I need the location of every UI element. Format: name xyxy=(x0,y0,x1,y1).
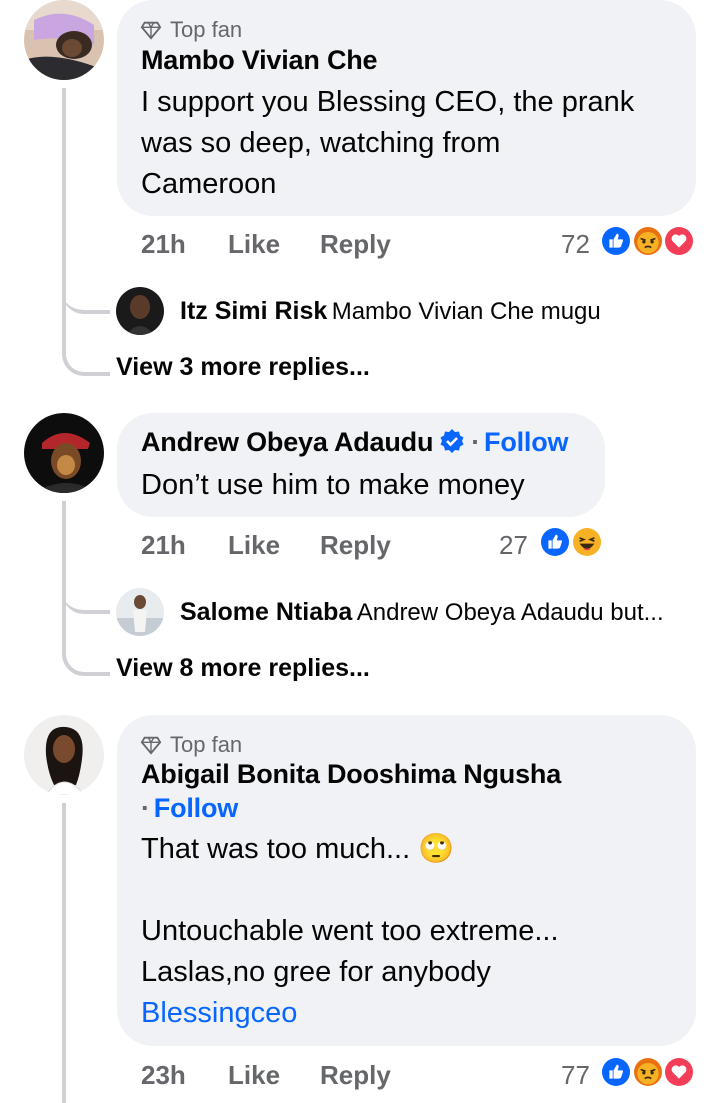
love-icon xyxy=(662,1055,696,1089)
top-fan-label: Top fan xyxy=(170,17,243,42)
view-more-replies[interactable]: View 8 more replies... xyxy=(116,654,370,683)
reply-text: Mambo Vivian Che mugu xyxy=(331,298,601,325)
comment-line: Cameroon xyxy=(141,168,277,200)
like-icon xyxy=(538,525,572,559)
angry-icon xyxy=(631,1055,665,1089)
view-more-replies[interactable]: View 3 more replies... xyxy=(116,353,370,382)
comment-line: was so deep, watching from xyxy=(141,127,501,159)
comment-author: Andrew Obeya Adaudu · Follow xyxy=(141,427,569,458)
comment-line: That was too much... 🙄 xyxy=(141,829,691,870)
diamond-icon xyxy=(140,21,162,40)
hashtag-link[interactable]: Blessingceo xyxy=(141,993,691,1034)
verified-badge-icon xyxy=(440,429,464,453)
reply-preview[interactable]: Salome Ntiaba Andrew Obeya Adaudu but... xyxy=(180,598,664,627)
timestamp[interactable]: 21h xyxy=(141,530,228,561)
diamond-icon xyxy=(140,736,162,755)
comment-author[interactable]: Mambo Vivian Che xyxy=(141,45,378,76)
reaction-count[interactable]: 77 xyxy=(561,1060,590,1091)
comment-text: I support you Blessing CEO, the prank wa… xyxy=(141,82,691,205)
like-button[interactable]: Like xyxy=(228,229,320,260)
top-fan-badge: Top fan xyxy=(140,17,242,43)
view-more-connector xyxy=(62,636,110,676)
avatar-mambo-vivian-che[interactable] xyxy=(24,0,104,80)
comment-line: Untouchable went too extreme... xyxy=(141,915,559,947)
reaction-count[interactable]: 27 xyxy=(499,530,528,561)
follow-button[interactable]: Follow xyxy=(484,427,568,457)
comment-line: I support you Blessing CEO, the prank xyxy=(141,86,635,118)
reply-text: Andrew Obeya Adaudu but... xyxy=(356,599,664,626)
love-icon xyxy=(662,224,696,258)
avatar-andrew-obeya-adaudu[interactable] xyxy=(24,413,104,493)
eye-roll-emoji: 🙄 xyxy=(418,833,455,865)
view-more-connector xyxy=(62,336,110,376)
follow-row: · Follow xyxy=(141,793,238,824)
follow-separator: · xyxy=(471,427,481,457)
comment-text: That was too much... 🙄 Untouchable went … xyxy=(141,829,691,1034)
author-name[interactable]: Andrew Obeya Adaudu xyxy=(141,427,433,457)
like-button[interactable]: Like xyxy=(228,530,320,561)
like-icon xyxy=(599,224,633,258)
reaction-count[interactable]: 72 xyxy=(561,229,590,260)
comment-actions: 21h Like Reply xyxy=(141,229,391,260)
reply-preview[interactable]: Itz Simi Risk Mambo Vivian Che mugu xyxy=(180,297,601,326)
top-fan-label: Top fan xyxy=(170,732,243,757)
timestamp[interactable]: 21h xyxy=(141,229,228,260)
like-icon xyxy=(599,1055,633,1089)
reply-avatar[interactable] xyxy=(116,287,164,335)
reply-connector xyxy=(62,276,110,314)
reply-avatar[interactable] xyxy=(116,588,164,636)
comment-author[interactable]: Abigail Bonita Dooshima Ngusha xyxy=(141,759,561,790)
angry-icon xyxy=(631,224,665,258)
haha-icon xyxy=(570,525,604,559)
timestamp[interactable]: 23h xyxy=(141,1060,228,1091)
reply-button[interactable]: Reply xyxy=(320,530,391,561)
comment-line: Laslas,no gree for anybody xyxy=(141,956,491,988)
avatar-abigail-bonita[interactable] xyxy=(24,715,104,795)
follow-separator: · xyxy=(141,793,150,823)
follow-button[interactable]: Follow xyxy=(154,793,238,823)
comment-text: Don’t use him to make money xyxy=(141,465,525,506)
comment-line-text: That was too much... xyxy=(141,833,419,865)
comment-actions: 23h Like Reply xyxy=(141,1060,391,1091)
reply-button[interactable]: Reply xyxy=(320,1060,391,1091)
reply-author[interactable]: Itz Simi Risk xyxy=(180,297,327,325)
reply-button[interactable]: Reply xyxy=(320,229,391,260)
comment-actions: 21h Like Reply xyxy=(141,530,391,561)
comment-line xyxy=(141,870,691,911)
reply-connector xyxy=(62,576,110,614)
like-button[interactable]: Like xyxy=(228,1060,320,1091)
reply-author[interactable]: Salome Ntiaba xyxy=(180,598,352,626)
thread-line xyxy=(62,501,66,636)
comment-line: Don’t use him to make money xyxy=(141,469,525,501)
top-fan-badge: Top fan xyxy=(140,732,242,758)
thread-line xyxy=(62,803,66,1103)
